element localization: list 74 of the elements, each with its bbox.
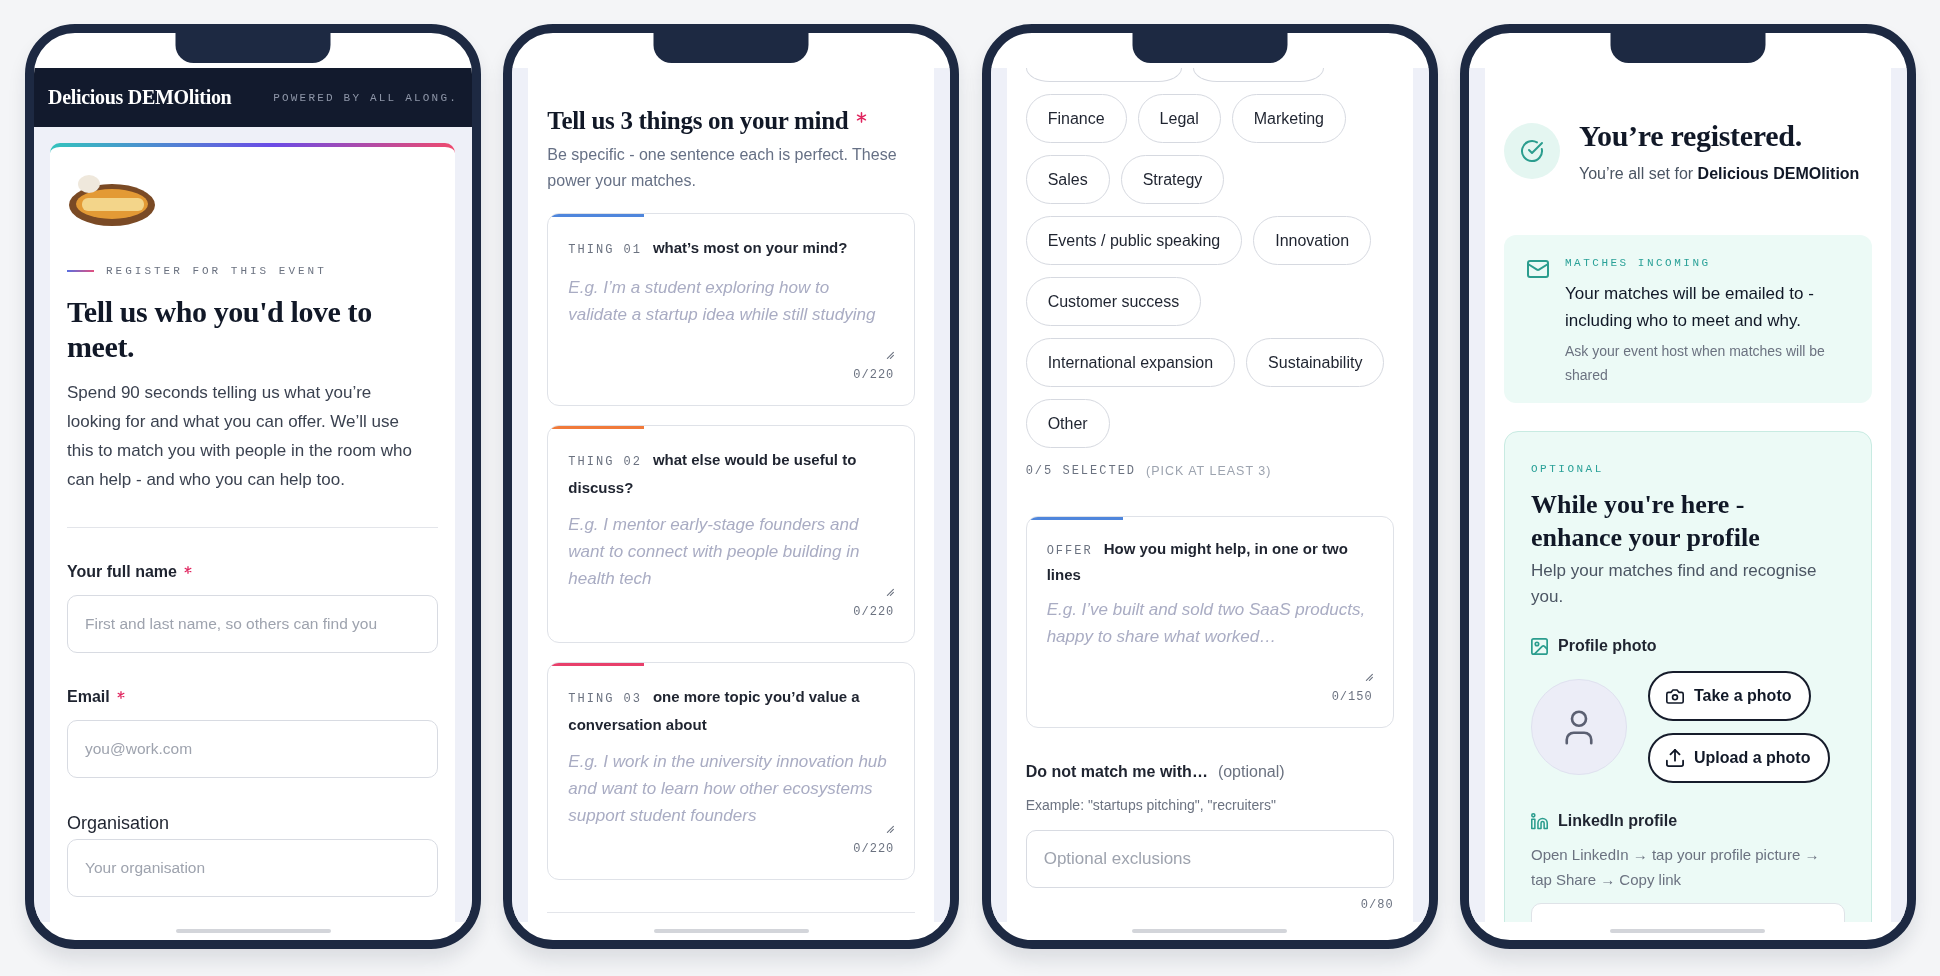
tagline: POWERED BY ALL ALONG.: [273, 91, 458, 104]
input-field[interactable]: you@work.com: [67, 720, 438, 778]
resize-handle-icon[interactable]: [885, 350, 895, 359]
profile-intro: Help your matches find and recognise you.: [1531, 560, 1818, 608]
section-subtitle: Be specific - one sentence each is perfect. These power your matches.: [547, 145, 898, 191]
page-title: Tell us who you'd love to meet.: [67, 294, 373, 364]
answer-field[interactable]: E.g. I mentor early-stage founders and want to connect with people building in health tech: [568, 511, 895, 598]
optional-note: (optional): [1217, 763, 1285, 781]
character-counter: 0/220: [852, 604, 895, 620]
resize-handle-icon[interactable]: [885, 824, 895, 833]
accent-rule: [67, 270, 94, 272]
notice-message: Your matches will be emailed to - including who to meet and why.: [1565, 283, 1815, 332]
linkedin-label: LinkedIn profile: [1558, 812, 1678, 830]
input-field[interactable]: Optional exclusions: [1025, 830, 1394, 888]
interest-chip[interactable]: Strategy: [1120, 155, 1225, 204]
prompt-field[interactable]: THING 02 what else would be useful to discuss? E.g. I mentor early-stage founders and want to connect with people building in health tech 0/220: [547, 425, 916, 643]
field-label: Do not match me with…: [1025, 763, 1208, 781]
resize-handle-icon[interactable]: [1363, 672, 1373, 681]
take-photo-button[interactable]: Take a photo: [1648, 671, 1812, 721]
in-logo-icon: [1531, 812, 1548, 830]
interest-chip[interactable]: Marketing: [1231, 94, 1346, 143]
section-title: Tell us 3 things on your mind: [547, 106, 849, 136]
prompt-field[interactable]: THING 01 what’s most on your mind? E.g. I’m a student exploring how to validate a startup idea while still studying 0/220: [547, 213, 916, 406]
interest-chip[interactable]: Sustainability: [1246, 338, 1385, 387]
intro-text: Spend 90 seconds telling us what you’re looking for and what you can offer. We’ll use this to match you with people in the room who can help - and who you can help too.: [67, 382, 413, 491]
person-icon: [1565, 709, 1593, 745]
prompt-label: THING 02 what else would be useful to discuss?: [568, 450, 858, 498]
linkedin-hint: Open LinkedIn → tap your profile picture → tap Share → Copy link: [1531, 845, 1821, 890]
selection-count: 0/5 SELECTED: [1025, 464, 1137, 478]
confirmation-subtitle: You’re all set for Delicious DEMOlition: [1579, 164, 1860, 184]
notice-eyebrow: MATCHES INCOMING: [1565, 256, 1712, 270]
character-counter: 0/150: [1330, 689, 1373, 705]
field-label: Organisation: [67, 812, 170, 834]
interest-chip[interactable]: Finance: [1025, 94, 1127, 143]
character-counter: 0/220: [852, 841, 895, 857]
profile-eyebrow: OPTIONAL: [1531, 462, 1605, 476]
interest-chip[interactable]: Customer success: [1025, 277, 1202, 326]
upload-icon: [1666, 749, 1684, 767]
prompt-field[interactable]: THING 03 one more topic you’d value a conversation about E.g. I work in the university innovation hub and want to learn how other ecosystems support student founders 0/220: [547, 662, 916, 880]
character-counter: 0/220: [852, 367, 895, 383]
interest-chip[interactable]: Other: [1025, 399, 1110, 448]
character-counter: 0/80: [1359, 897, 1394, 913]
interest-chip[interactable]: Innovation: [1253, 216, 1372, 265]
input-field[interactable]: Your organisation: [67, 839, 438, 897]
brand-name: Delicious DEMOlition: [48, 86, 232, 109]
interest-chip[interactable]: Sales: [1025, 155, 1110, 204]
required-asterisk-icon: [116, 690, 125, 699]
selection-hint: (PICK AT LEAST 3): [1146, 464, 1272, 478]
check-circle-icon: [1504, 123, 1560, 179]
prompt-label: THING 03 one more topic you’d value a conversation about: [568, 687, 861, 735]
answer-field[interactable]: E.g. I’m a student exploring how to validate a startup idea while still studying: [568, 274, 895, 361]
prompt-label: OFFER How you might help, in one or two lines: [1046, 539, 1349, 585]
upload-photo-button[interactable]: Upload a photo: [1648, 733, 1831, 783]
answer-field[interactable]: E.g. I’ve built and sold two SaaS products, happy to share what worked…: [1046, 596, 1373, 683]
input-field[interactable]: First and last name, so others can find you: [67, 595, 438, 653]
required-asterisk-icon: [183, 565, 192, 574]
field-hint: Example: "startups pitching", "recruiters": [1025, 796, 1277, 814]
interest-chip[interactable]: Events / public speaking: [1025, 216, 1243, 265]
prompt-label: THING 01 what’s most on your mind?: [568, 238, 849, 259]
profile-title: While you're here - enhance your profile: [1531, 489, 1761, 554]
mail-icon: [1527, 260, 1549, 278]
eyebrow-label: REGISTER FOR THIS EVENT: [106, 265, 327, 277]
answer-field[interactable]: E.g. I work in the university innovation hub and want to learn how other ecosystems support student founders: [568, 748, 895, 835]
field-label: Email: [67, 688, 110, 706]
image-icon: [1531, 637, 1548, 655]
offer-field[interactable]: OFFER How you might help, in one or two lines E.g. I’ve built and sold two SaaS products, happy to share what worked… 0/150: [1025, 516, 1394, 728]
photo-label: Profile photo: [1558, 637, 1657, 655]
field-label: Your full name: [67, 563, 177, 581]
interest-chip[interactable]: Legal: [1137, 94, 1221, 143]
notice-note: Ask your event host when matches will be shared: [1565, 342, 1826, 385]
resize-handle-icon[interactable]: [885, 587, 895, 596]
camera-icon: [1666, 687, 1684, 705]
confirmation-title: You’re registered.: [1579, 118, 1803, 154]
interest-chip[interactable]: International expansion: [1025, 338, 1236, 387]
